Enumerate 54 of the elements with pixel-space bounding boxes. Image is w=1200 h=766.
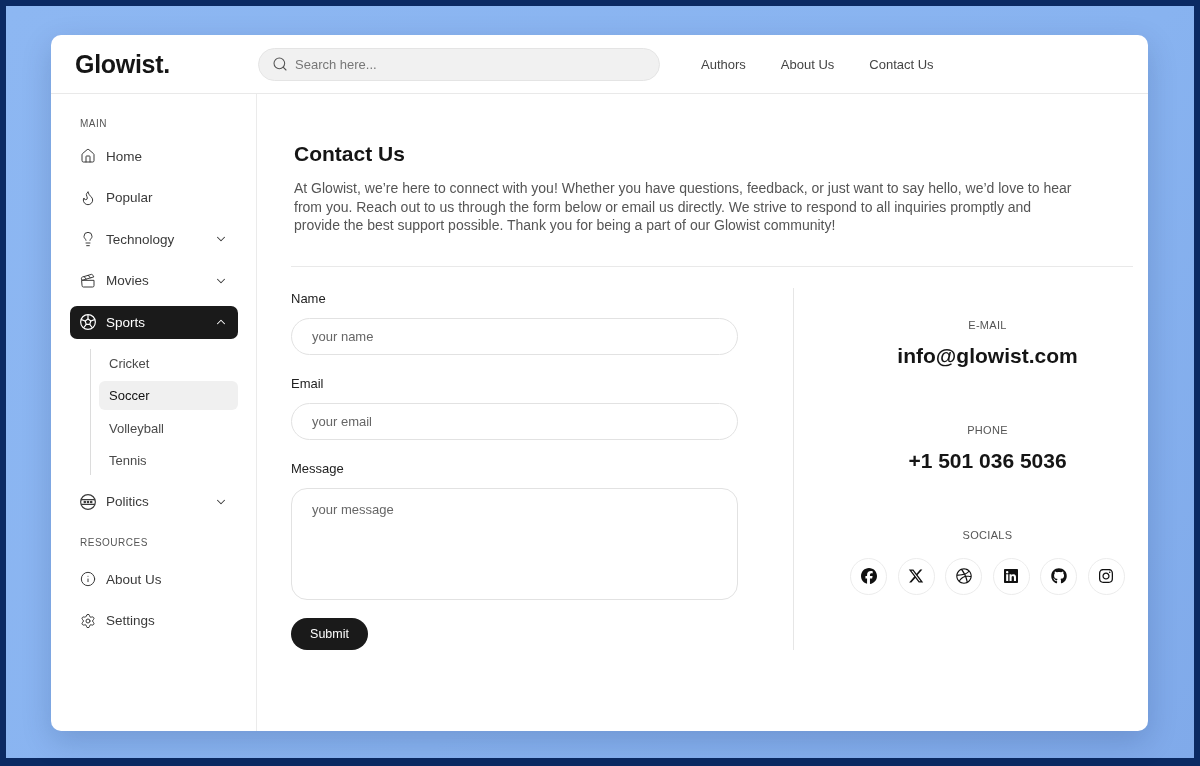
contact-value: +1 501 036 5036 (908, 447, 1067, 474)
field-label: Email (291, 375, 324, 392)
field-label: Name (291, 290, 326, 307)
instagram-button[interactable] (1087, 557, 1125, 595)
submit-button[interactable]: Submit (291, 617, 368, 650)
linkedin-icon (1003, 568, 1020, 584)
sidebar-item[interactable]: Movies (70, 264, 238, 297)
contact-label: E-MAIL (968, 317, 1007, 332)
contact-label: PHONE (967, 422, 1008, 437)
sidebar-item[interactable]: Technology (70, 222, 238, 256)
nav-link[interactable]: Authors (701, 56, 746, 72)
github-button[interactable] (1040, 557, 1078, 595)
sidebar-item[interactable]: About Us (70, 562, 238, 596)
input-field[interactable]: your email (291, 402, 738, 440)
sidebar-subitem[interactable]: Soccer (99, 381, 238, 410)
home-icon (80, 148, 96, 164)
facebook-icon (860, 568, 877, 584)
dribbble-icon (955, 568, 972, 584)
section-heading: RESOURCES (79, 536, 148, 550)
sidebar-subitem[interactable]: Volleyball (99, 413, 238, 443)
input-field[interactable]: your name (291, 317, 738, 355)
x-logo-button[interactable] (897, 557, 935, 595)
info-icon (80, 571, 96, 587)
contact-value: info@glowist.com (897, 342, 1078, 369)
search-field[interactable]: Search here... (258, 47, 660, 81)
dribbble-button[interactable] (945, 557, 983, 595)
sidebar-subitem[interactable]: Tennis (99, 446, 238, 475)
x-logo-icon (908, 568, 925, 584)
field-label: Message (291, 460, 344, 477)
logo[interactable]: Glowist. (75, 49, 170, 79)
intro-paragraph: At Glowist, we’re here to connect with you! Whether you have questions, feedback, or just want to say hello, we’d love to hear from you. Reach out to us through the form below or email us directly. We strive to respond to all inquiries promptly and provide the best support possible. Thank you for being a part of our Glowist community! (294, 179, 1073, 235)
contact-label: SOCIALS (962, 527, 1013, 542)
nav-link[interactable]: About Us (780, 56, 835, 72)
clapperboard-icon (80, 272, 96, 289)
linkedin-button[interactable] (992, 557, 1030, 595)
nav-link[interactable]: Contact Us (869, 56, 934, 72)
sidebar-item[interactable]: Popular (70, 181, 238, 214)
github-icon (1050, 568, 1067, 584)
section-heading: MAIN (79, 117, 107, 131)
facebook-button[interactable] (850, 557, 888, 595)
sidebar-subitem[interactable]: Cricket (99, 348, 238, 378)
page-title: Contact Us (294, 141, 405, 167)
soccer-ball-icon (80, 314, 96, 330)
sidebar-item[interactable]: Settings (70, 604, 238, 637)
circle-band-icon (80, 493, 96, 510)
message-field[interactable]: your message (291, 487, 738, 600)
lightbulb-icon (80, 231, 96, 247)
instagram-icon (1098, 568, 1115, 584)
sidebar-item[interactable]: Home (70, 139, 238, 173)
sidebar-item[interactable]: Sports (70, 305, 238, 339)
search-icon (272, 56, 288, 72)
sidebar-item[interactable]: Politics (70, 485, 238, 518)
settings-icon (80, 612, 96, 629)
flame-icon (80, 189, 96, 206)
